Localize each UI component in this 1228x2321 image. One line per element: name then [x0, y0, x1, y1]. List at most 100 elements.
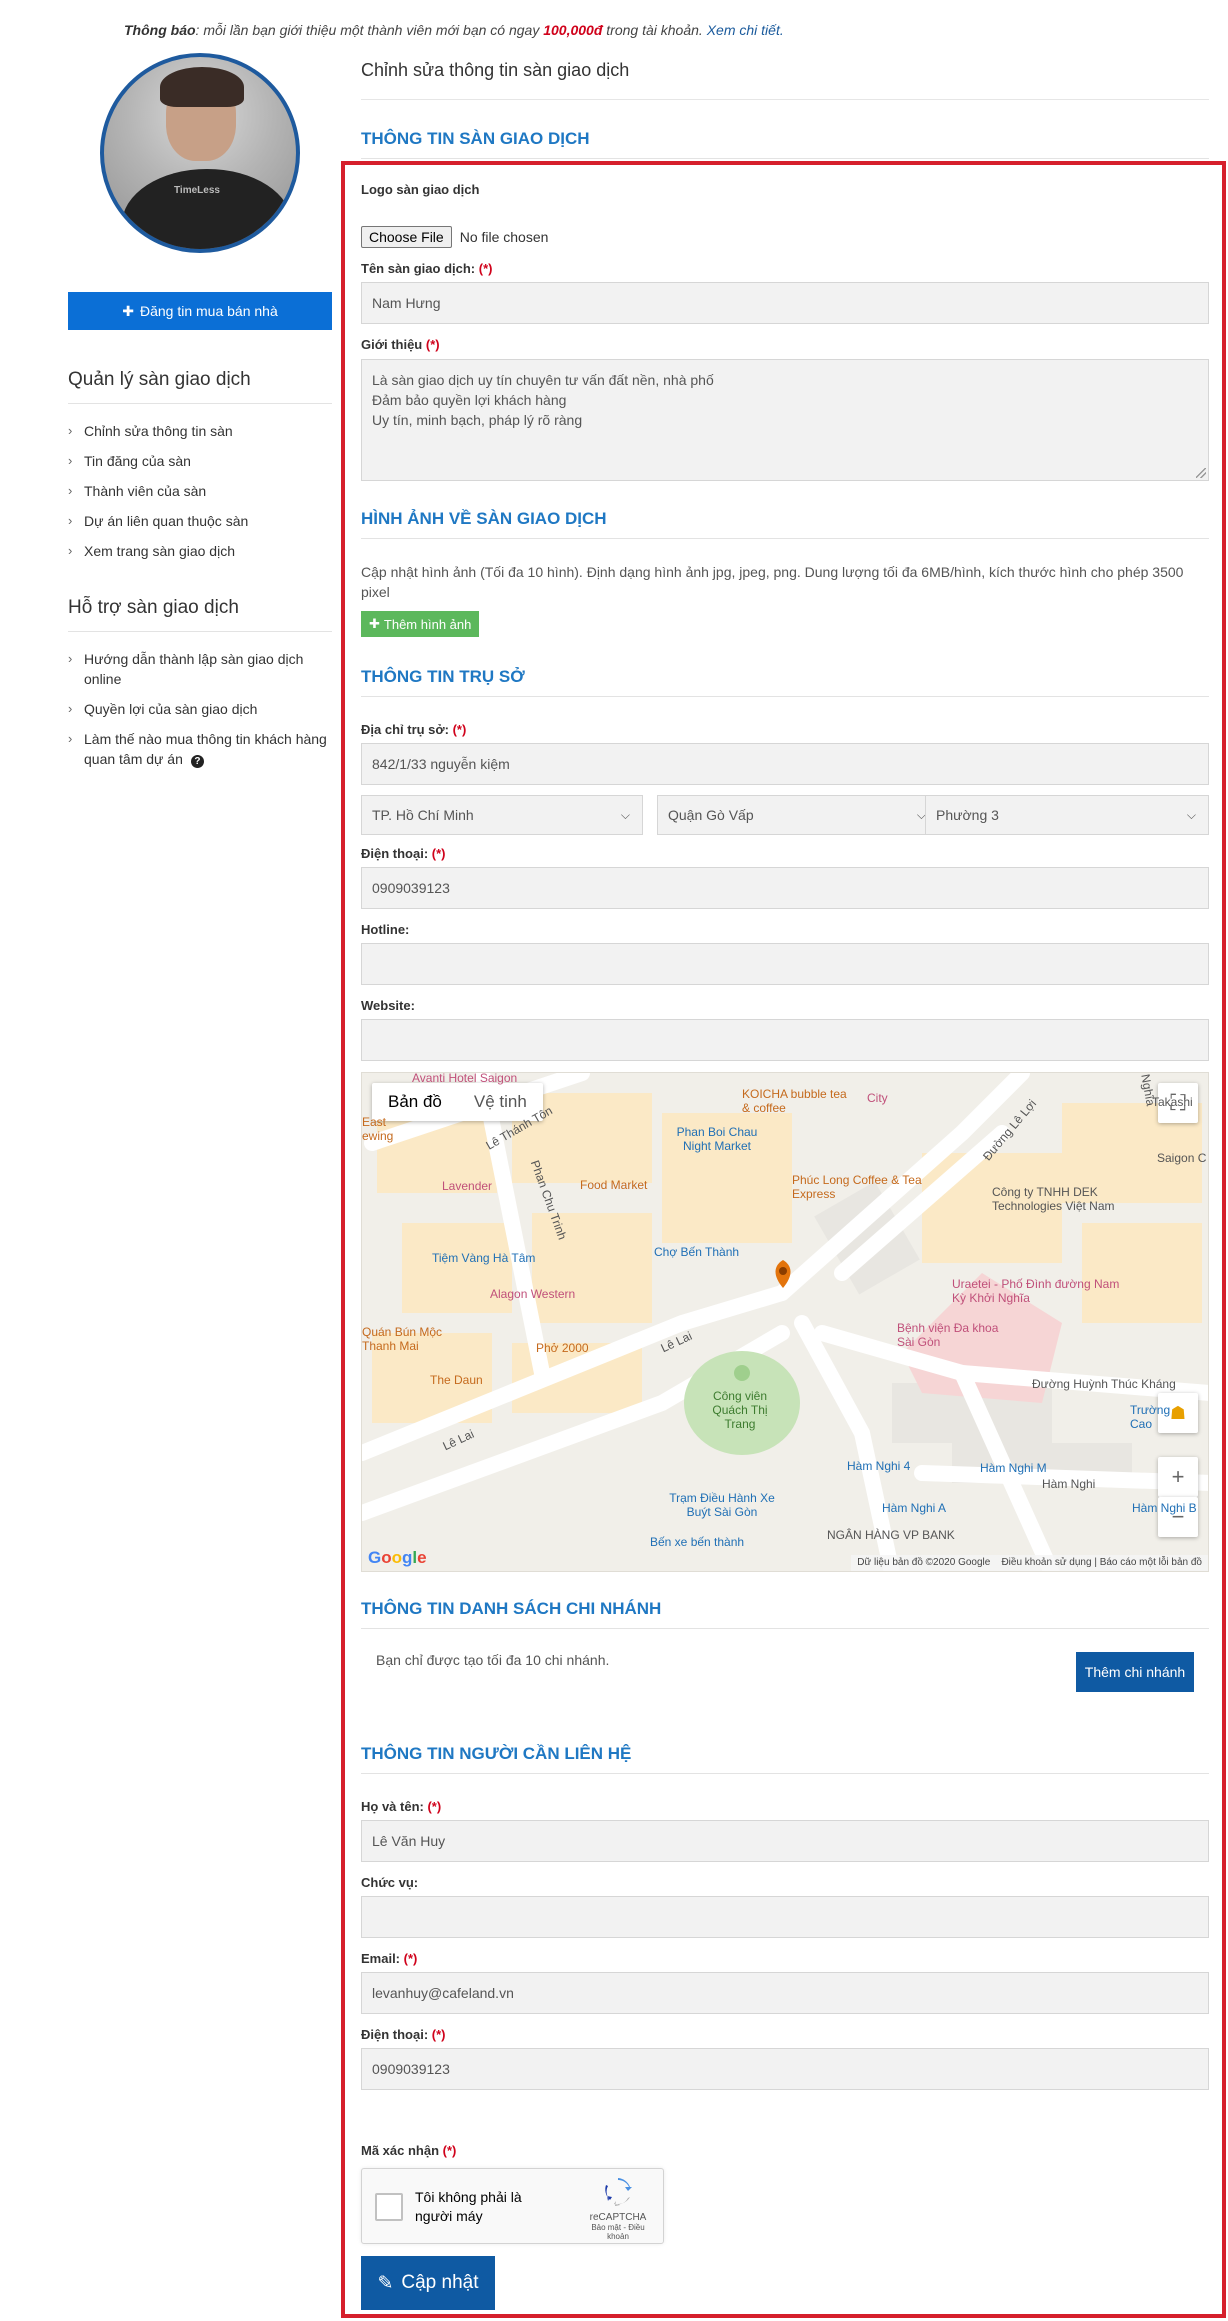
section-exchange-info: THÔNG TIN SÀN GIAO DỊCH: [361, 129, 1209, 159]
branch-limit-note: Bạn chỉ được tạo tối đa 10 chi nhánh.: [376, 1652, 610, 1668]
post-listing-label: Đăng tin mua bán nhà: [139, 303, 278, 319]
sidebar-item-projects[interactable]: › Dự án liên quan thuộc sàn: [68, 511, 332, 531]
notice-details-link[interactable]: Xem chi tiết.: [707, 22, 784, 38]
map-label: ewing: [362, 1129, 394, 1143]
recaptcha-text: Tôi không phải là người máy: [415, 2189, 522, 2224]
map-label: Trường Cao: [1130, 1403, 1171, 1431]
map-label: Quán Bún Mộc Thanh Mai: [362, 1325, 443, 1353]
map-label: Bệnh viện Đa khoa Sài Gòn: [897, 1321, 999, 1349]
phone-input[interactable]: 0909039123: [361, 867, 1209, 909]
sidebar-item-benefits[interactable]: › Quyền lợi của sàn giao dịch: [68, 699, 332, 719]
google-logo: Google: [368, 1548, 427, 1567]
hotline-label: Hotline:: [361, 922, 410, 937]
map-label: Bến xe bến thành: [650, 1535, 745, 1549]
resize-handle[interactable]: [1196, 468, 1206, 478]
map-label: Saigon C: [1157, 1151, 1207, 1165]
contact-name-input[interactable]: Lê Văn Huy: [361, 1820, 1209, 1862]
map-report-link[interactable]: Báo cáo một lỗi bản đồ: [1100, 1557, 1202, 1568]
chevron-right-icon: ›: [68, 483, 73, 498]
map-label: Công ty TNHH DEK Technologies Việt Nam: [992, 1185, 1115, 1213]
map-label: Hàm Nghi: [1042, 1477, 1096, 1491]
position-label: Chức vụ:: [361, 1875, 419, 1890]
post-listing-button[interactable]: ✚ Đăng tin mua bán nhà: [68, 292, 332, 330]
map-label: East: [362, 1115, 387, 1129]
map-label: Uraetei - Phố Đình đường Nam Kỳ Khởi Ngh…: [952, 1277, 1120, 1305]
ward-select[interactable]: Phường 3 ⌵: [925, 795, 1209, 835]
notice-label: Thông báo: [124, 22, 196, 38]
chevron-right-icon: ›: [68, 453, 73, 468]
map-label: Hàm Nghi M: [980, 1461, 1047, 1475]
avatar-body: [122, 169, 292, 249]
website-label: Website:: [361, 998, 415, 1013]
chevron-right-icon: ›: [68, 513, 73, 528]
add-image-button[interactable]: ✚ Thêm hình ảnh: [361, 611, 480, 637]
chevron-right-icon: ›: [68, 701, 73, 716]
map-label: Trạm Điều Hành Xe Buýt Sài Gòn: [669, 1491, 775, 1519]
recaptcha-checkbox[interactable]: [375, 2193, 403, 2221]
email-input[interactable]: levanhuy@cafeland.vn: [361, 1972, 1209, 2014]
manage-section-title: Quản lý sàn giao dịch: [68, 369, 332, 404]
address-label: Địa chỉ trụ sở: (*): [361, 722, 467, 737]
map-label: Đường Huỳnh Thúc Kháng: [1032, 1377, 1176, 1391]
location-map[interactable]: Bản đồ Vệ tinh ⛶ ☗ + − Avanti Hotel Saig…: [361, 1072, 1209, 1572]
hotline-input[interactable]: [361, 943, 1209, 985]
intro-label: Giới thiệu (*): [361, 337, 440, 352]
chevron-down-icon: ⌵: [620, 808, 630, 822]
intro-textarea[interactable]: Là sàn giao dịch uy tín chuyên tư vấn đấ…: [361, 359, 1209, 481]
avatar-shirt-text: TimeLess: [174, 185, 220, 196]
map-label: Hàm Nghi A: [882, 1501, 947, 1515]
images-note: Cập nhật hình ảnh (Tối đa 10 hình). Định…: [361, 564, 1184, 600]
map-label: Hàm Nghi 4: [847, 1459, 911, 1473]
map-label: Takashi: [1152, 1095, 1193, 1109]
section-contact: THÔNG TIN NGƯỜI CẦN LIÊN HỆ: [361, 1744, 1209, 1774]
section-headquarters: THÔNG TIN TRỤ SỞ: [361, 667, 1209, 697]
notice-text-before: : mỗi lần bạn giới thiệu một thành viên …: [195, 22, 544, 38]
email-label: Email: (*): [361, 1951, 418, 1966]
map-label: Lavender: [442, 1179, 493, 1193]
position-input[interactable]: [361, 1896, 1209, 1938]
contact-phone-input[interactable]: 0909039123: [361, 2048, 1209, 2090]
map-label: Food Market: [580, 1178, 648, 1192]
plus-icon: ✚: [369, 616, 380, 631]
map-terms-link[interactable]: Điều khoản sử dụng: [1001, 1557, 1091, 1568]
recaptcha-logo: reCAPTCHA Bảo mật - Điều khoản: [583, 2177, 653, 2241]
name-label: Tên sàn giao dịch: (*): [361, 261, 493, 276]
notice-text-after: trong tài khoản.: [602, 22, 707, 38]
question-icon[interactable]: ?: [190, 755, 204, 768]
page: Thông báo: mỗi lần bạn giới thiệu một th…: [0, 0, 1228, 2321]
logo-file-input: Choose File No file chosen: [361, 226, 548, 248]
map-label: Phan Boi Chau Night Market: [676, 1125, 758, 1153]
notice-amount: 100,000đ: [543, 22, 603, 38]
contact-name-label: Họ và tên: (*): [361, 1799, 442, 1814]
sidebar-item-guide[interactable]: › Hướng dẫn thành lập sàn giao dịch onlin…: [68, 649, 332, 689]
exchange-name-input[interactable]: Nam Hưng: [361, 282, 1209, 324]
website-input[interactable]: [361, 1019, 1209, 1061]
recaptcha-icon: [605, 2178, 632, 2206]
map-label: Công viên Quách Thị Trang: [712, 1389, 768, 1431]
sidebar-item-posts[interactable]: › Tin đăng của sàn: [68, 451, 332, 471]
map-label: Avanti Hotel Saigon: [412, 1072, 518, 1085]
phone-label: Điện thoại: (*): [361, 846, 446, 861]
section-branches: THÔNG TIN DANH SÁCH CHI NHÁNH: [361, 1599, 1209, 1629]
pencil-icon: ✎: [377, 2272, 394, 2294]
logo-label: Logo sàn giao dịch: [361, 182, 480, 197]
sidebar-item-edit-info[interactable]: › Chỉnh sửa thông tin sàn: [68, 421, 332, 441]
map-label: Alagon Western: [490, 1287, 576, 1301]
district-select[interactable]: Quận Gò Vấp ⌵: [657, 795, 939, 835]
zoom-in-button[interactable]: +: [1158, 1457, 1198, 1497]
chevron-right-icon: ›: [68, 423, 73, 438]
city-select[interactable]: TP. Hồ Chí Minh ⌵: [361, 795, 643, 835]
sidebar-item-buy-leads[interactable]: › Làm thế nào mua thông tin khách hàng qu…: [68, 729, 332, 769]
map-label: Hàm Nghi B: [1132, 1501, 1197, 1515]
update-button[interactable]: ✎ Cập nhật: [361, 2256, 495, 2310]
add-branch-button[interactable]: Thêm chi nhánh: [1076, 1652, 1194, 1692]
captcha-label: Mã xác nhận (*): [361, 2143, 457, 2158]
sidebar-item-members[interactable]: › Thành viên của sàn: [68, 481, 332, 501]
recaptcha-terms[interactable]: Bảo mật - Điều khoản: [583, 2223, 653, 2241]
choose-file-button[interactable]: Choose File: [361, 226, 452, 248]
chevron-right-icon: ›: [68, 731, 73, 746]
address-input[interactable]: 842/1/33 nguyễn kiệm: [361, 743, 1209, 785]
map-label: City: [867, 1091, 888, 1105]
map-label: Tiệm Vàng Hà Tâm: [432, 1251, 536, 1265]
sidebar-item-view-page[interactable]: › Xem trang sàn giao dịch: [68, 541, 332, 561]
